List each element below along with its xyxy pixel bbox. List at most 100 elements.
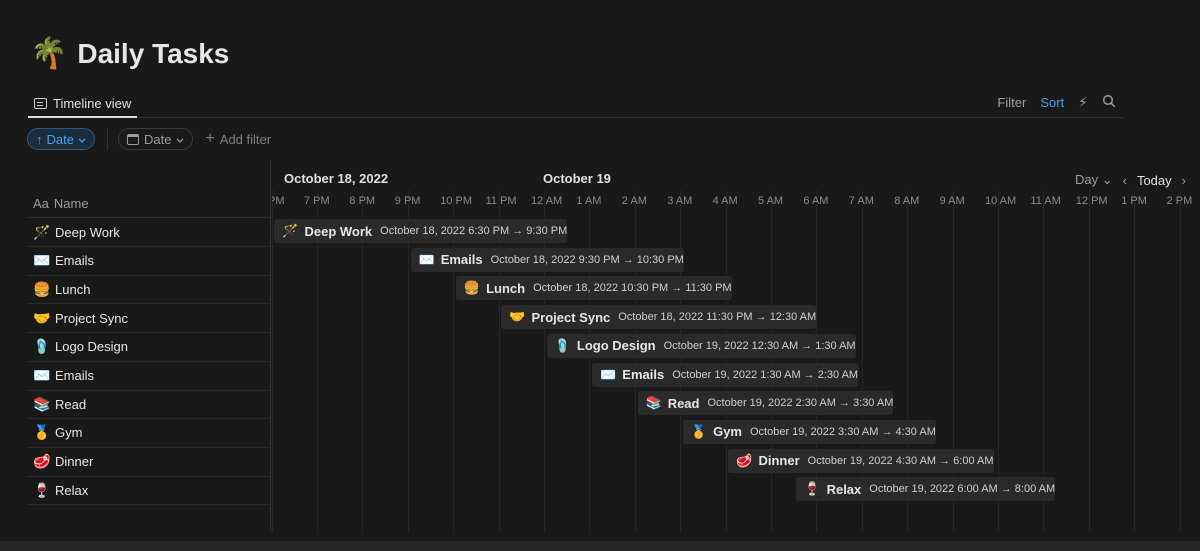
chevron-left-icon[interactable]: ‹: [1123, 173, 1127, 188]
timeline-bar[interactable]: ✉️ Emails October 18, 2022 9:30 PM → 10:30…: [410, 247, 684, 272]
task-emoji-icon: 📚: [645, 395, 662, 411]
task-emoji-icon: 🍷: [804, 481, 821, 497]
bar-task-name: Emails: [622, 367, 665, 382]
task-emoji-icon: 🥩: [33, 453, 51, 470]
divider: [106, 128, 108, 150]
timeline-bar[interactable]: 🍔 Lunch October 18, 2022 10:30 PM → 11:30 …: [455, 276, 732, 301]
task-name: Lunch: [55, 281, 91, 297]
hour-label: 10 PM: [440, 195, 472, 207]
bar-task-name: Emails: [440, 252, 483, 268]
date-filter-chip[interactable]: Date: [117, 128, 194, 150]
timeline-bar[interactable]: 🪄 Deep Work October 18, 2022 6:30 PM → 9:3…: [274, 219, 568, 243]
list-item[interactable]: 📚 Read: [27, 390, 271, 420]
bar-task-name: Logo Design: [576, 338, 656, 354]
timeline-bar[interactable]: 🥩 Dinner October 19, 2022 4:30 AM → 6:00 A…: [728, 448, 994, 473]
task-emoji-icon: 🥇: [33, 424, 51, 441]
task-emoji-icon: 🪄: [282, 223, 299, 238]
arrow-up-icon: ↑: [36, 131, 43, 147]
task-name: Dinner: [55, 454, 94, 470]
page-title: 🌴 Daily Tasks: [30, 38, 229, 70]
add-filter-button[interactable]: + Add filter: [205, 131, 271, 147]
hour-label: 9 PM: [394, 195, 421, 207]
list-item[interactable]: ✉️ Emails: [27, 362, 271, 391]
task-emoji-icon: 🍔: [33, 280, 51, 297]
sort-button[interactable]: Sort: [1040, 95, 1064, 110]
tab-timeline-view[interactable]: Timeline view: [28, 90, 138, 118]
name-column-header[interactable]: Aa Name: [27, 190, 271, 218]
calendar-icon: [126, 133, 139, 145]
task-emoji-icon: 🤝: [33, 309, 51, 326]
list-item[interactable]: 🍔 Lunch: [27, 275, 271, 305]
page-title-text: Daily Tasks: [77, 38, 230, 69]
timeline-bar[interactable]: ✉️ Emails October 19, 2022 1:30 AM → 2:30 …: [592, 362, 859, 387]
hour-label: 7 AM: [848, 195, 874, 207]
list-item[interactable]: 🍷 Relax: [27, 476, 271, 506]
bar-date-range: October 18, 2022 6:30 PM → 9:30 PM: [380, 225, 568, 237]
task-name: Emails: [55, 368, 95, 383]
timeline-bar[interactable]: 🩴 Logo Design October 19, 2022 12:30 AM → …: [546, 333, 856, 358]
task-emoji-icon: ✉️: [33, 252, 51, 269]
name-header-label: Name: [53, 196, 89, 211]
hour-label: 1 AM: [576, 195, 602, 207]
timeline-grid[interactable]: October 18, 2022 October 19 Day ⌄ ‹ Toda…: [272, 160, 1200, 532]
hour-label: 11 AM: [1030, 195, 1061, 207]
hour-gridline: [725, 190, 727, 532]
hour-gridline: [272, 190, 273, 532]
task-name: Logo Design: [55, 339, 128, 355]
hour-label: 9 AM: [939, 195, 965, 207]
task-emoji-icon: 🍷: [33, 481, 51, 498]
bar-date-range: October 19, 2022 6:00 AM → 8:00 AM: [869, 483, 1056, 496]
text-property-icon: Aa: [33, 196, 49, 211]
list-item[interactable]: 🩴 Logo Design: [27, 333, 271, 362]
task-emoji-icon: 🥩: [736, 452, 753, 468]
add-filter-label: Add filter: [219, 131, 272, 147]
filter-button[interactable]: Filter: [997, 95, 1026, 110]
task-emoji-icon: 🩴: [33, 338, 51, 355]
palm-tree-icon: 🌴: [30, 37, 68, 70]
bar-task-name: Lunch: [486, 280, 526, 296]
task-emoji-icon: 🤝: [509, 309, 526, 325]
view-tab-bar: Timeline view Filter Sort ⚡: [28, 90, 1124, 118]
task-emoji-icon: ✉️: [600, 366, 617, 382]
hour-label: 6 AM: [803, 195, 829, 207]
sort-date-chip[interactable]: ↑ Date: [27, 128, 95, 150]
timeline-bar[interactable]: 🤝 Project Sync October 18, 2022 11:30 PM →…: [501, 305, 817, 330]
search-icon[interactable]: [1102, 94, 1116, 111]
hour-label: 8 AM: [894, 195, 920, 207]
task-emoji-icon: 🪄: [33, 223, 51, 240]
list-item[interactable]: 🥩 Dinner: [27, 448, 271, 477]
list-item[interactable]: 🥇 Gym: [27, 419, 271, 448]
zoom-select[interactable]: Day ⌄: [1075, 172, 1113, 188]
task-emoji-icon: 🍔: [463, 280, 481, 296]
date-label: October 18, 2022: [284, 171, 389, 186]
lightning-icon[interactable]: ⚡: [1078, 94, 1088, 111]
bar-task-name: Read: [667, 395, 700, 411]
hour-gridline: [680, 190, 682, 532]
bar-date-range: October 18, 2022 10:30 PM → 11:30 PM: [533, 282, 732, 295]
hour-label: 8 PM: [349, 195, 376, 207]
list-item[interactable]: ✉️ Emails: [27, 247, 271, 276]
hour-label: 10 AM: [985, 195, 1017, 207]
task-emoji-icon: ✉️: [418, 251, 435, 267]
date-label: October 19: [543, 171, 611, 186]
hour-label: 1 PM: [1121, 195, 1147, 207]
list-item[interactable]: 🤝 Project Sync: [27, 304, 271, 334]
list-item[interactable]: 🪄 Deep Work: [27, 218, 271, 247]
chevron-down-icon: [176, 132, 184, 147]
task-emoji-icon: 🩴: [554, 337, 571, 353]
bar-date-range: October 19, 2022 1:30 AM → 2:30 AM: [672, 368, 859, 381]
task-name: Gym: [55, 425, 83, 441]
task-name: Project Sync: [55, 310, 128, 326]
bar-date-range: October 19, 2022 3:30 AM → 4:30 AM: [749, 425, 936, 438]
chevron-right-icon[interactable]: ›: [1182, 173, 1186, 188]
bar-task-name: Dinner: [758, 453, 800, 469]
timeline-bar[interactable]: 🥇 Gym October 19, 2022 3:30 AM → 4:30 AM: [682, 419, 936, 444]
timeline-bar[interactable]: 📚 Read October 19, 2022 2:30 AM → 3:30 AM: [637, 391, 894, 416]
hour-gridline: [634, 190, 636, 532]
hour-label: 11 PM: [485, 195, 517, 207]
hour-label: 7 PM: [304, 195, 330, 207]
today-button[interactable]: Today: [1137, 173, 1172, 188]
task-name: Deep Work: [55, 224, 120, 240]
horizontal-scrollbar[interactable]: [0, 541, 1200, 551]
timeline-bar[interactable]: 🍷 Relax October 19, 2022 6:00 AM → 8:00 AM: [796, 477, 1056, 502]
